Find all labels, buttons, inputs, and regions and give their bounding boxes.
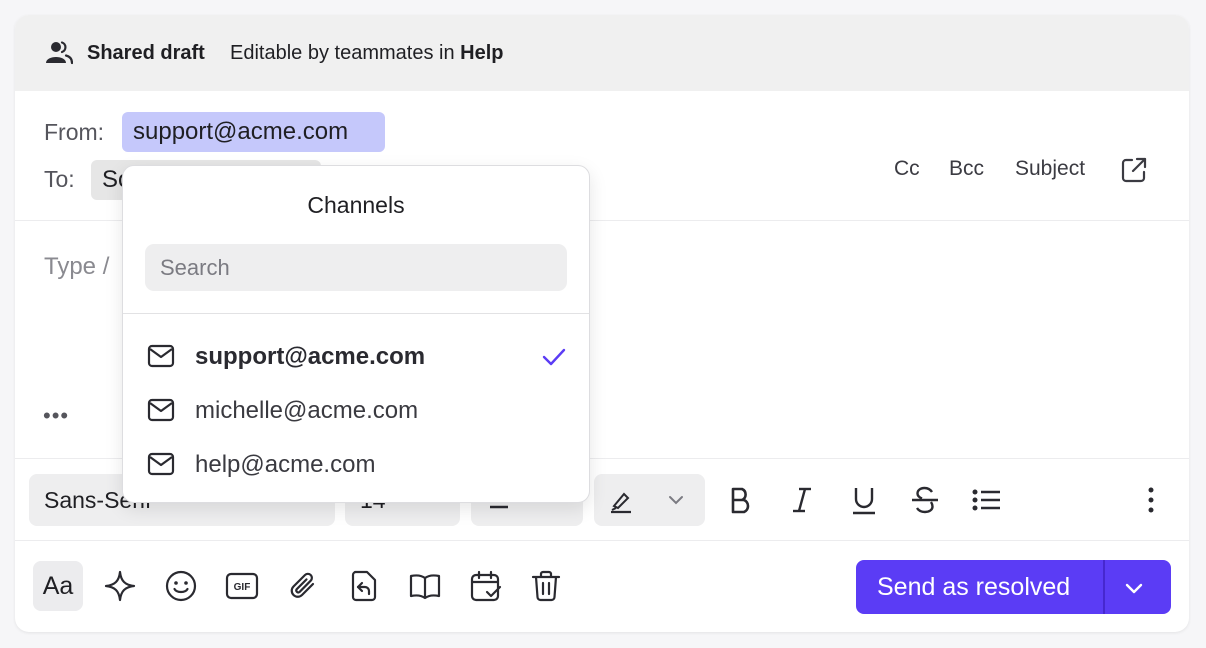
more-options-button[interactable]: ••• (43, 403, 69, 429)
channel-label: support@acme.com (195, 343, 426, 370)
from-chip[interactable]: support@acme.com (122, 112, 385, 152)
svg-text:GIF: GIF (234, 582, 251, 593)
emoji-button[interactable] (156, 561, 206, 611)
channels-divider (123, 313, 589, 314)
sparkle-icon (104, 570, 136, 602)
mail-icon (147, 344, 175, 368)
ai-sparkle-button[interactable] (95, 561, 145, 611)
editor-placeholder[interactable]: Type / (44, 253, 109, 281)
knowledge-base-button[interactable] (400, 561, 450, 611)
schedule-button[interactable] (461, 561, 511, 611)
bold-icon[interactable] (725, 484, 757, 516)
delete-draft-button[interactable] (521, 561, 571, 611)
from-label: From: (44, 119, 105, 145)
bcc-button[interactable]: Bcc (949, 157, 984, 181)
banner-title: Shared draft (87, 42, 205, 64)
channel-item-help[interactable]: help@acme.com (123, 438, 589, 490)
subject-button[interactable]: Subject (1015, 157, 1085, 181)
emoji-icon (165, 570, 197, 602)
format-toggle-button[interactable]: Aa (33, 561, 83, 611)
chevron-down-icon[interactable] (1122, 576, 1146, 600)
send-separator (1103, 560, 1105, 614)
cc-button[interactable]: Cc (894, 157, 920, 181)
bullet-list-icon[interactable] (970, 484, 1002, 516)
reply-template-button[interactable] (339, 561, 389, 611)
strikethrough-icon[interactable] (909, 484, 941, 516)
underline-icon[interactable] (848, 484, 880, 516)
schedule-icon (470, 570, 502, 602)
paperclip-icon (290, 572, 315, 598)
check-icon (542, 348, 566, 366)
mail-icon (147, 398, 175, 422)
shared-draft-banner: Shared draft Editable by teammates in He… (15, 15, 1189, 91)
external-link-icon[interactable] (1119, 155, 1149, 185)
highlight-icon (611, 492, 631, 514)
italic-icon[interactable] (786, 484, 818, 516)
channels-title: Channels (307, 192, 405, 218)
send-label: Send as resolved (877, 573, 1071, 601)
chevron-down-icon (669, 496, 683, 505)
channel-item-michelle[interactable]: michelle@acme.com (123, 384, 589, 436)
attach-button[interactable] (278, 561, 328, 611)
channel-label: help@acme.com (195, 451, 376, 478)
people-icon (46, 41, 73, 65)
banner-subtitle-prefix: Editable by teammates in (230, 42, 455, 64)
gif-button[interactable]: GIF (217, 561, 267, 611)
channels-dropdown: Channels support@acme.com michelle@acme.… (122, 165, 590, 503)
channel-item-support[interactable]: support@acme.com (123, 330, 589, 382)
more-vertical-icon[interactable] (1135, 484, 1167, 516)
send-as-resolved-button[interactable]: Send as resolved (856, 560, 1171, 614)
banner-subtitle: Editable by teammates in Help (230, 42, 503, 65)
channels-search-input[interactable] (145, 244, 567, 291)
book-icon (409, 574, 441, 600)
reply-template-icon (351, 570, 377, 602)
banner-team: Help (460, 42, 504, 64)
highlight-select[interactable] (594, 474, 705, 526)
channel-label: michelle@acme.com (195, 397, 419, 424)
gif-icon: GIF (225, 572, 259, 600)
mail-icon (147, 452, 175, 476)
toolbar-divider (15, 540, 1189, 541)
to-label: To: (44, 166, 75, 192)
trash-icon (531, 570, 561, 602)
